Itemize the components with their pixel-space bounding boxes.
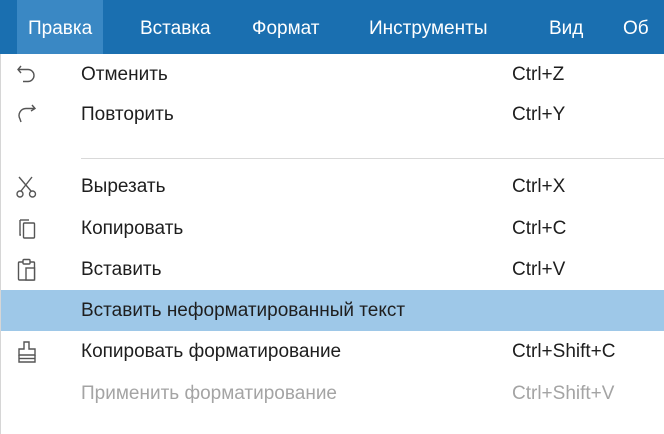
paste-icon (15, 257, 39, 283)
menu-edit[interactable]: Правка (17, 0, 104, 54)
menu-item-cut[interactable]: Вырезать Ctrl+X (1, 167, 664, 207)
menu-item-label: Вставить (81, 259, 162, 280)
menu-item-apply-formatting: Применить форматирование Ctrl+Shift+V (1, 374, 664, 414)
edit-dropdown-menu: Отменить Ctrl+Z Повторить Ctrl+Y Вырезат… (0, 54, 664, 434)
scissors-icon (15, 174, 39, 200)
menu-item-label: Копировать форматирование (81, 341, 342, 362)
menu-item-shortcut: Ctrl+Shift+V (512, 383, 615, 404)
redo-icon (15, 102, 39, 128)
menu-item-undo[interactable]: Отменить Ctrl+Z (1, 55, 664, 95)
menu-about[interactable]: Об (612, 0, 660, 54)
menu-item-shortcut: Ctrl+Z (512, 64, 565, 85)
menu-insert[interactable]: Вставка (129, 0, 222, 54)
menu-bar: Правка Вставка Формат Инструменты Вид Об (0, 0, 664, 54)
menu-item-copy[interactable]: Копировать Ctrl+C (1, 209, 664, 249)
menu-item-label: Отменить (81, 64, 168, 85)
menu-item-label: Вырезать (81, 176, 166, 197)
format-painter-icon (15, 339, 39, 365)
menu-item-label: Применить форматирование (81, 383, 337, 404)
undo-icon (15, 62, 39, 88)
menu-item-label: Вставить неформатированный текст (81, 300, 406, 321)
menu-tools[interactable]: Инструменты (358, 0, 498, 54)
menu-view[interactable]: Вид (538, 0, 594, 54)
menu-item-copy-formatting[interactable]: Копировать форматирование Ctrl+Shift+C (1, 332, 664, 372)
copy-icon (15, 216, 39, 242)
menu-item-paste-unformatted[interactable]: Вставить неформатированный текст (1, 290, 664, 331)
menu-item-shortcut: Ctrl+V (512, 259, 566, 280)
menu-separator (81, 158, 664, 159)
menu-item-label: Копировать (81, 218, 184, 239)
menu-format[interactable]: Формат (241, 0, 331, 54)
menu-item-shortcut: Ctrl+C (512, 218, 567, 239)
menu-item-paste[interactable]: Вставить Ctrl+V (1, 250, 664, 290)
menu-item-shortcut: Ctrl+X (512, 176, 566, 197)
menu-item-shortcut: Ctrl+Y (512, 104, 566, 125)
menu-item-label: Повторить (81, 104, 174, 125)
menu-item-redo[interactable]: Повторить Ctrl+Y (1, 95, 664, 135)
menu-item-shortcut: Ctrl+Shift+C (512, 341, 616, 362)
